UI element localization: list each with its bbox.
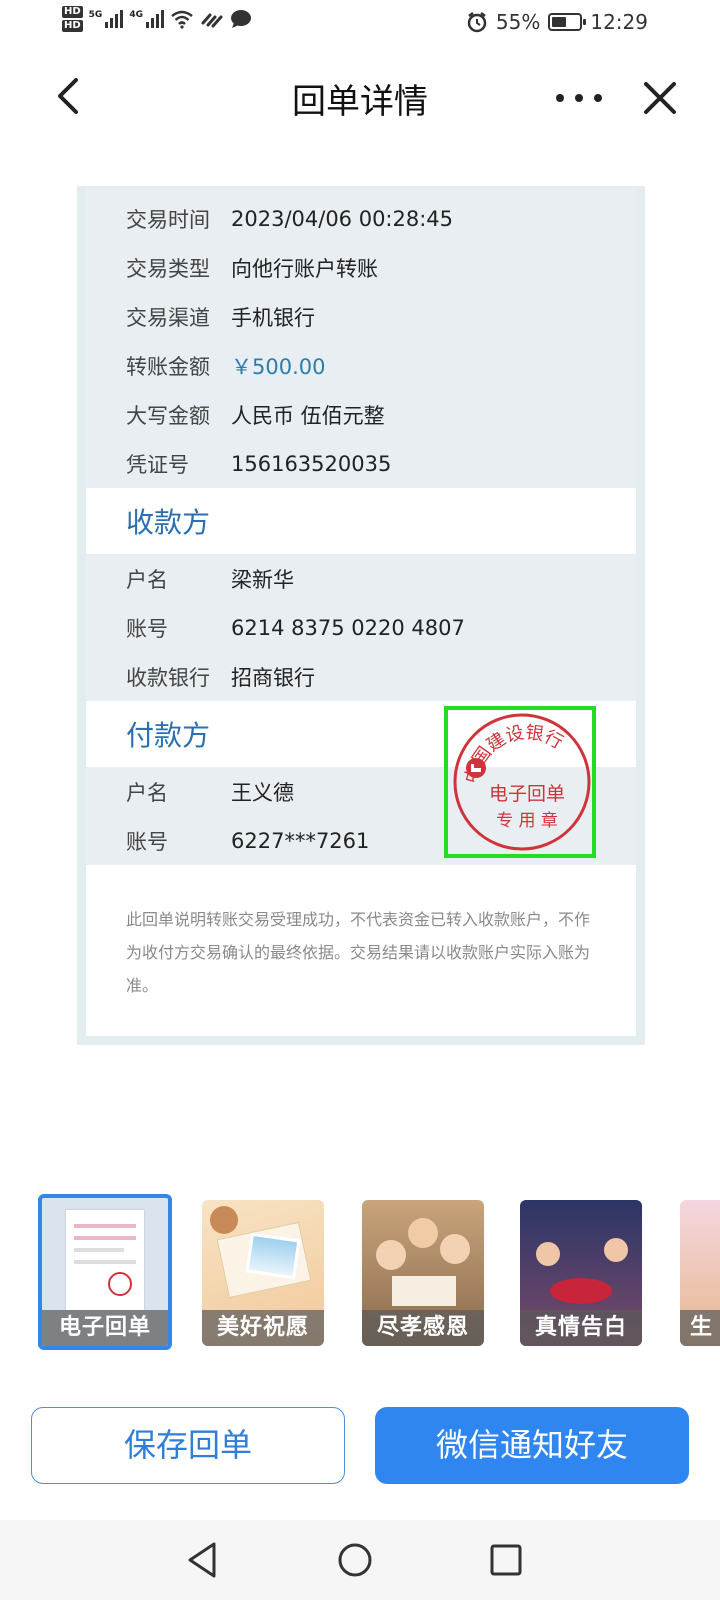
row-value: 156163520035 — [231, 451, 392, 476]
transaction-section: 交易时间 2023/04/06 00:28:45 交易类型 向他行账户转账 交易渠道… — [86, 188, 636, 488]
triangle-back-icon — [188, 1542, 216, 1578]
row-label: 收款银行 — [126, 665, 210, 690]
receipt-card: 交易时间 2023/04/06 00:28:45 交易类型 向他行账户转账 交易渠道… — [86, 188, 636, 1036]
row-label: 凭证号 — [126, 452, 189, 477]
disclaimer-text: 此回单说明转账交易受理成功，不代表资金已转入收款账户，不作为收付方交易确认的最终… — [126, 910, 591, 995]
seal-line1: 电子回单 — [489, 783, 565, 805]
row-label: 交易类型 — [126, 256, 210, 281]
square-recents-icon — [490, 1544, 522, 1576]
transfer-amount: ￥500.00 — [231, 354, 326, 379]
status-icons-left: HD HD 5G 4G — [62, 6, 252, 32]
row-label: 户名 — [126, 780, 168, 805]
template-love-confession[interactable]: 真情告白 — [520, 1200, 642, 1346]
close-button[interactable] — [638, 76, 682, 120]
template-label: 美好祝愿 — [202, 1310, 324, 1346]
status-bar: HD HD 5G 4G 55% 12:29 — [0, 0, 720, 48]
battery-percent: 55% — [495, 10, 541, 34]
template-filial-gratitude[interactable]: 尽孝感恩 — [362, 1200, 484, 1346]
template-label: 真情告白 — [520, 1310, 642, 1346]
template-birthday-partial[interactable]: 生 — [680, 1200, 720, 1346]
row-value: 梁新华 — [231, 567, 294, 592]
alarm-icon — [467, 12, 487, 33]
row-value: 向他行账户转账 — [231, 256, 378, 281]
row-value: 王义德 — [231, 780, 294, 805]
system-home-button[interactable] — [333, 1538, 377, 1582]
official-stamp-highlight: 中国建设银行 电子回单 专 用 章 — [444, 706, 596, 858]
detail-row: 转账金额 ￥500.00 — [86, 341, 636, 390]
message-icon — [230, 10, 251, 28]
system-back-button[interactable] — [182, 1538, 226, 1582]
system-navigation-bar — [0, 1520, 720, 1600]
row-label: 大写金额 — [126, 403, 210, 428]
row-label: 交易时间 — [126, 207, 210, 232]
ccb-logo-icon — [466, 758, 486, 778]
row-label: 账号 — [126, 829, 168, 854]
detail-row: 收款银行 招商银行 — [86, 652, 636, 701]
template-e-receipt[interactable]: 电子回单 — [38, 1194, 172, 1350]
more-dots-icon — [556, 94, 602, 102]
wechat-notify-button[interactable]: 微信通知好友 — [375, 1407, 689, 1484]
battery-icon — [548, 13, 587, 31]
hd-badge: HD — [62, 6, 83, 18]
receipt-frame: 交易时间 2023/04/06 00:28:45 交易类型 向他行账户转账 交易渠道… — [77, 186, 645, 1045]
payee-section: 户名 梁新华 账号 6214 8375 0220 4807 收款银行 招商银行 — [86, 554, 636, 701]
clock: 12:29 — [590, 10, 648, 34]
wifi-icon — [171, 10, 193, 29]
close-icon — [644, 82, 676, 114]
row-value: 6214 8375 0220 4807 — [231, 615, 465, 640]
payee-section-title: 收款方 — [86, 488, 636, 554]
network-type-label: 4G — [129, 10, 143, 20]
hd-badge: HD — [62, 20, 83, 32]
page-title: 回单详情 — [292, 82, 428, 122]
row-value: 2023/04/06 00:28:45 — [231, 206, 454, 231]
seal-line2: 专 用 章 — [496, 811, 558, 831]
template-picker: 电子回单 美好祝愿 尽孝感恩 真情告白 生 — [0, 1192, 720, 1352]
detail-row: 交易时间 2023/04/06 00:28:45 — [86, 194, 636, 243]
row-label: 转账金额 — [126, 354, 210, 379]
link-icon — [201, 13, 223, 28]
signal-5g-icon: 5G — [89, 10, 124, 28]
detail-row: 户名 梁新华 — [86, 554, 636, 603]
row-value: 手机银行 — [231, 305, 315, 330]
detail-row: 交易渠道 手机银行 — [86, 292, 636, 341]
detail-row: 账号 6214 8375 0220 4807 — [86, 603, 636, 652]
more-button[interactable] — [554, 78, 604, 118]
detail-row: 大写金额 人民币 伍佰元整 — [86, 390, 636, 439]
bank-seal-stamp: 中国建设银行 电子回单 专 用 章 — [453, 713, 591, 851]
detail-row: 凭证号 156163520035 — [86, 439, 636, 488]
title-bar: 回单详情 — [0, 56, 720, 142]
template-good-wishes[interactable]: 美好祝愿 — [202, 1200, 324, 1346]
row-value: 6227***7261 — [231, 828, 370, 853]
signal-4g-icon: 4G — [129, 10, 164, 28]
template-label: 电子回单 — [42, 1310, 168, 1346]
template-label: 尽孝感恩 — [362, 1310, 484, 1346]
row-value: 招商银行 — [231, 665, 315, 690]
circle-home-icon — [338, 1543, 372, 1577]
hd-voice-indicators: HD HD — [62, 6, 83, 32]
detail-row: 交易类型 向他行账户转账 — [86, 243, 636, 292]
system-recents-button[interactable] — [484, 1538, 528, 1582]
row-label: 交易渠道 — [126, 305, 210, 330]
network-type-label: 5G — [88, 10, 103, 20]
template-label: 生 — [680, 1310, 720, 1346]
save-receipt-button[interactable]: 保存回单 — [31, 1407, 345, 1484]
status-icons-right: 55% 12:29 — [466, 10, 648, 34]
row-value: 人民币 伍佰元整 — [231, 403, 385, 428]
row-label: 户名 — [126, 567, 168, 592]
row-label: 账号 — [126, 616, 168, 641]
